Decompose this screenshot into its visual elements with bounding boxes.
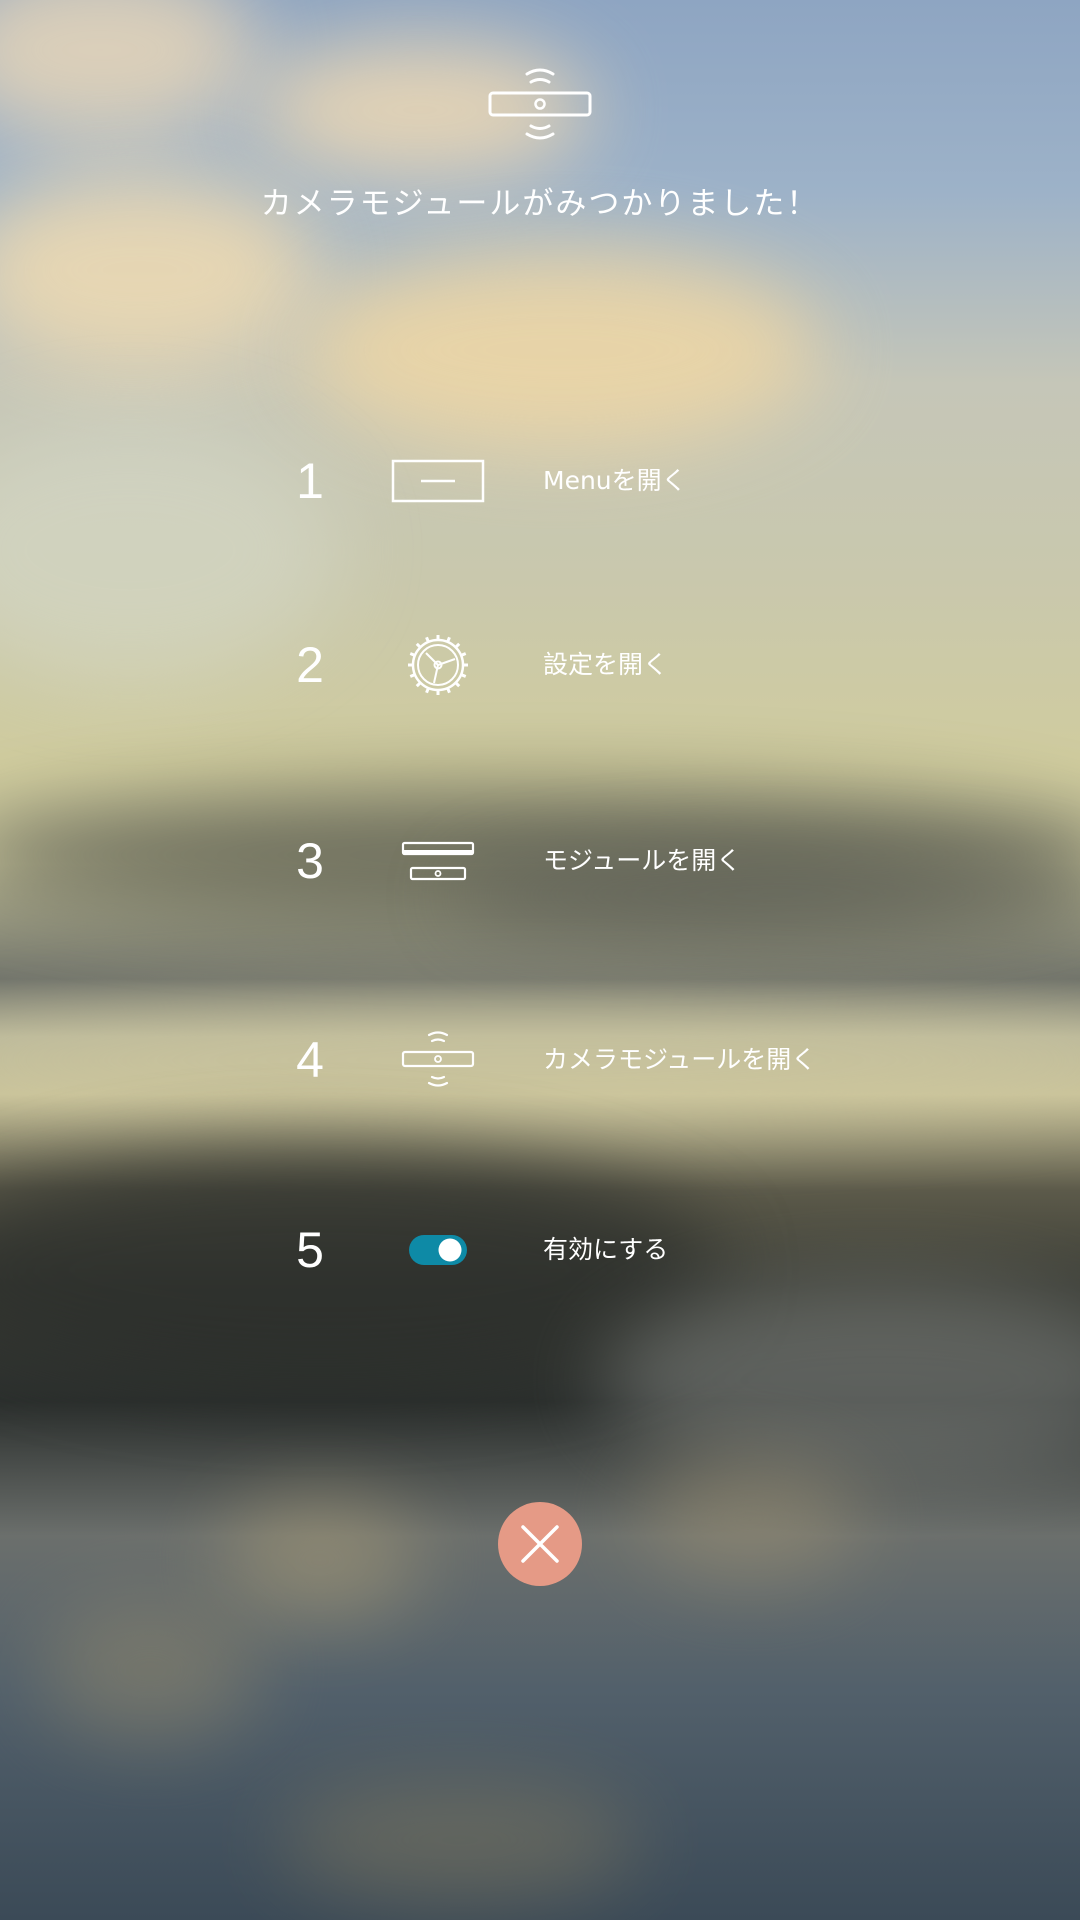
toggle-on-icon [409, 1235, 467, 1265]
camera-module-icon [488, 68, 592, 140]
page-title: カメラモジュールがみつかりました！ [260, 186, 820, 222]
gear-icon [408, 635, 468, 695]
step-2: 2 設定を開く [0, 625, 1080, 705]
step-label: 設定を開く [543, 650, 669, 679]
step-label: 有効にする [543, 1235, 669, 1264]
close-button[interactable] [498, 1502, 582, 1586]
step-label: モジュールを開く [543, 846, 742, 875]
close-icon [521, 1525, 559, 1563]
camera-module-icon [401, 1031, 475, 1087]
header: カメラモジュールがみつかりました！ [0, 60, 1080, 223]
step-1: 1 Menuを開く [0, 441, 1080, 521]
step-label: カメラモジュールを開く [543, 1045, 817, 1074]
step-number: 5 [296, 1222, 324, 1278]
step-number: 4 [296, 1032, 324, 1088]
step-label: Menuを開く [543, 466, 687, 495]
blurred-background [0, 0, 1080, 1920]
step-number: 3 [296, 833, 324, 889]
step-number: 1 [296, 453, 324, 509]
step-number: 2 [296, 637, 324, 693]
step-3: 3 モジュールを開く [0, 821, 1080, 901]
step-5: 5 有効にする [0, 1210, 1080, 1290]
menu-icon [391, 459, 485, 503]
module-icon [401, 841, 475, 881]
step-4: 4 カメラモジュールを開く [0, 1020, 1080, 1100]
